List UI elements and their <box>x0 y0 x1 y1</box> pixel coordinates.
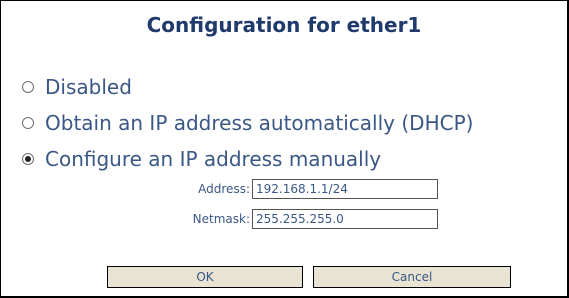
option-dhcp-label: Obtain an IP address automatically (DHCP… <box>45 111 474 135</box>
radio-disabled[interactable] <box>22 81 34 93</box>
option-manual-label: Configure an IP address manually <box>45 147 382 171</box>
config-dialog: Configuration for ether1 Disabled Obtain… <box>0 0 569 298</box>
netmask-field[interactable] <box>252 209 438 229</box>
address-field[interactable] <box>252 179 438 199</box>
ok-button[interactable]: OK <box>107 266 303 288</box>
radio-dhcp[interactable] <box>22 117 34 129</box>
netmask-label: Netmask: <box>192 212 250 226</box>
address-label: Address: <box>198 182 250 196</box>
address-row: Address: <box>1 177 567 201</box>
radio-manual[interactable] <box>22 153 34 165</box>
option-disabled-label: Disabled <box>45 75 132 99</box>
option-disabled[interactable]: Disabled <box>21 69 569 105</box>
option-dhcp[interactable]: Obtain an IP address automatically (DHCP… <box>21 105 569 141</box>
netmask-row: Netmask: <box>1 207 567 231</box>
ip-mode-options: Disabled Obtain an IP address automatica… <box>21 69 569 177</box>
cancel-button[interactable]: Cancel <box>313 266 511 288</box>
option-manual[interactable]: Configure an IP address manually <box>21 141 569 177</box>
dialog-title: Configuration for ether1 <box>146 13 422 37</box>
